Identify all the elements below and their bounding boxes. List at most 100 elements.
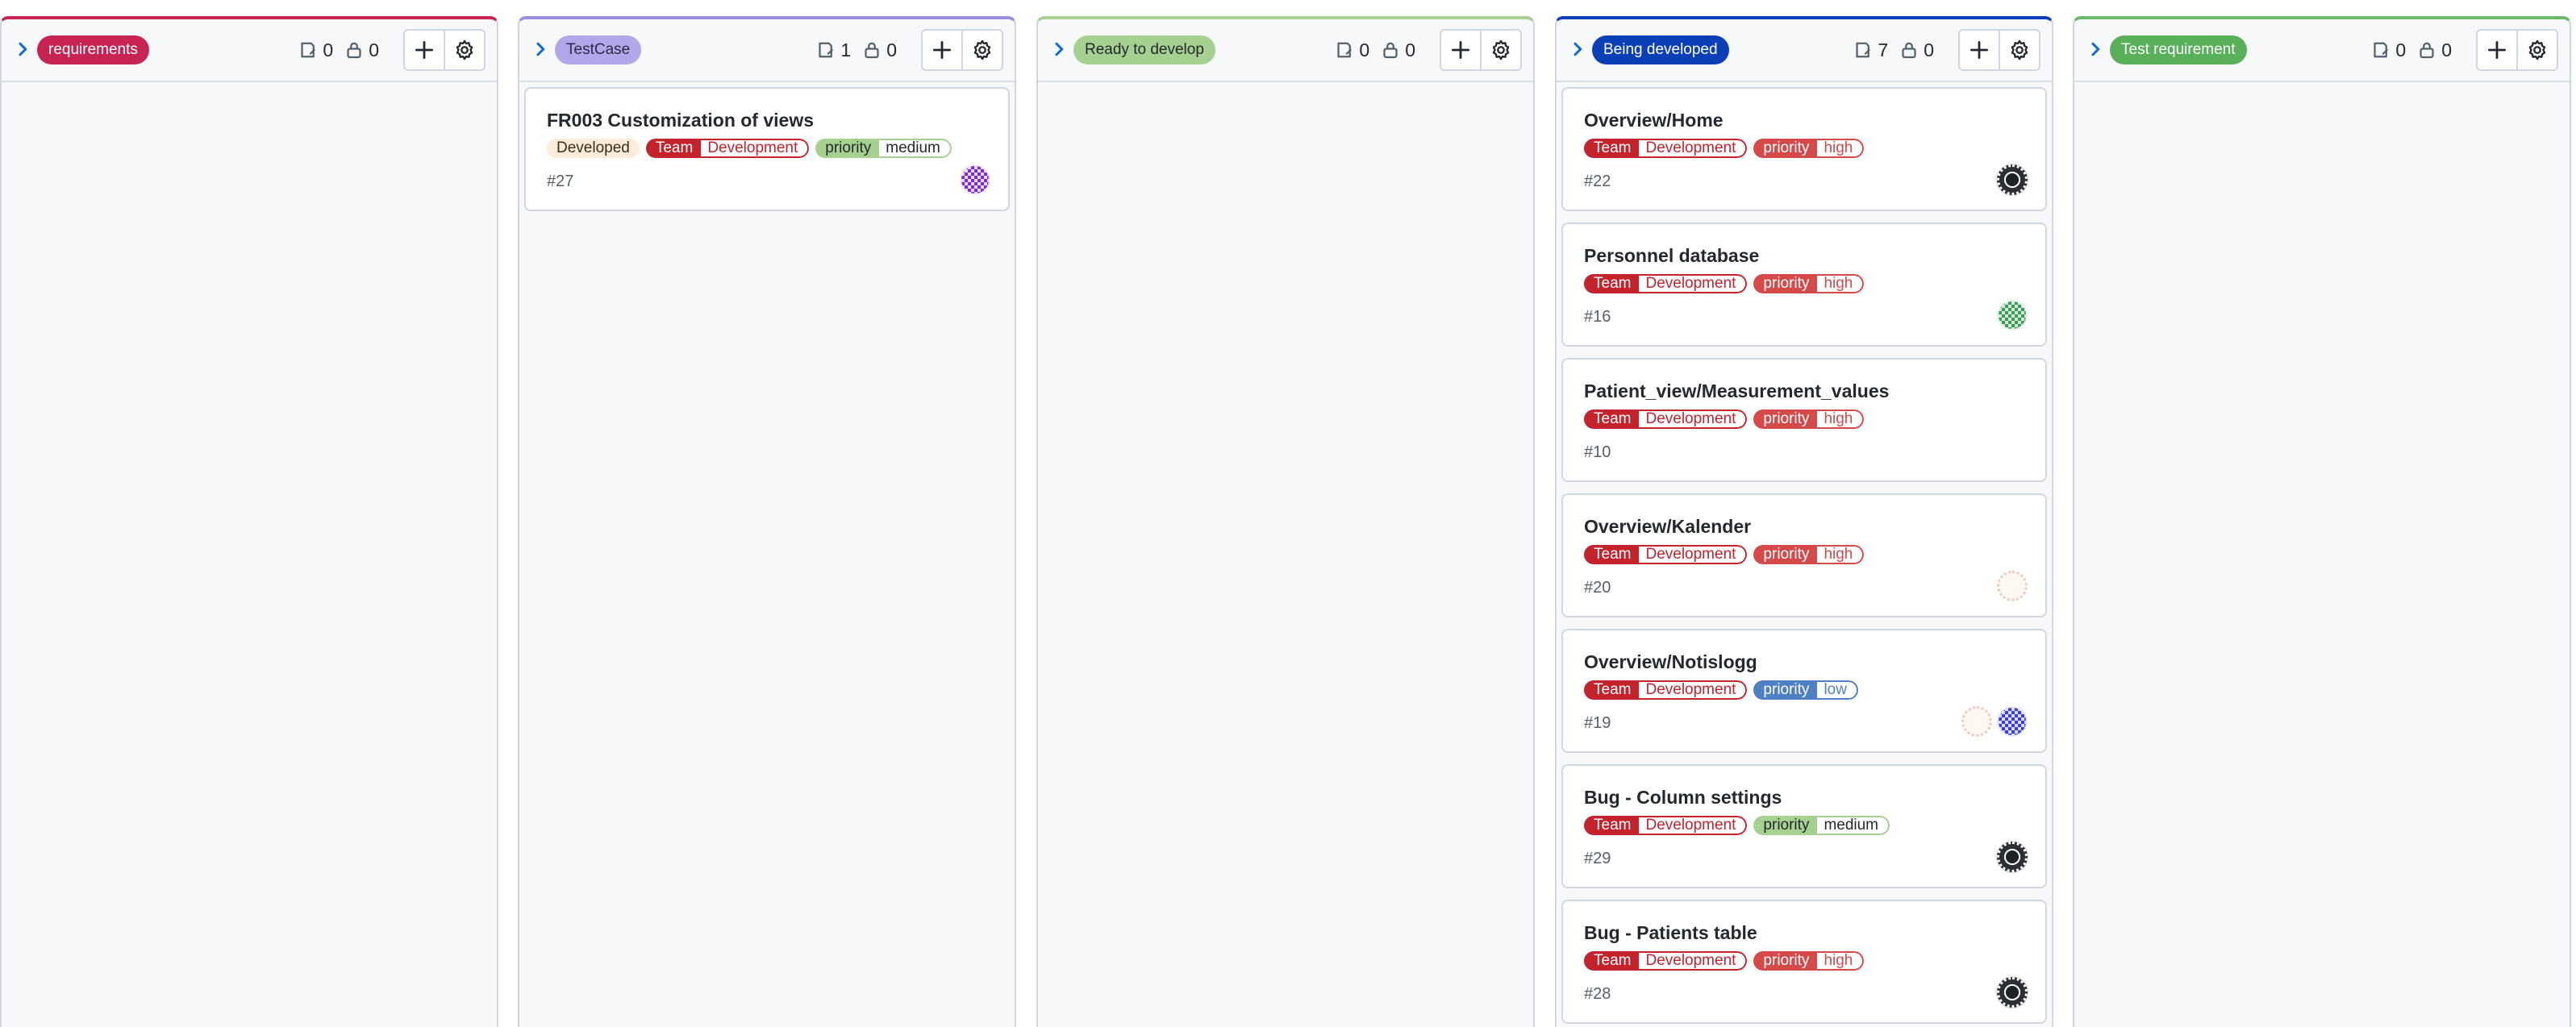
- team-label: Team Development: [1584, 680, 1748, 700]
- priority-label-value: high: [1817, 274, 1865, 293]
- issue-card[interactable]: Bug - Column settings Team Development prio…: [1561, 764, 2047, 888]
- team-label-key: Team: [645, 139, 702, 158]
- team-label-key: Team: [1584, 680, 1640, 700]
- dark-avatar[interactable]: [1997, 164, 2028, 195]
- add-card-button[interactable]: [923, 31, 961, 69]
- priority-label: priority high: [1753, 139, 1865, 158]
- gear-icon: [2526, 39, 2549, 61]
- column-settings-button[interactable]: [444, 31, 484, 69]
- column-settings-button[interactable]: [961, 31, 1002, 69]
- column-counts: 70: [1853, 35, 1934, 64]
- issue-number: #20: [1584, 579, 1611, 597]
- column-label: Ready to develop: [1073, 35, 1215, 64]
- card-title[interactable]: Patient_view/Measurement_values: [1584, 380, 1889, 402]
- issue-number: #29: [1584, 850, 1611, 867]
- plus-icon: [2486, 39, 2508, 61]
- issue-card[interactable]: Bug - Patients table Team Development prior…: [1561, 900, 2047, 1024]
- issue-card[interactable]: Personnel database Team Development priorit…: [1561, 222, 2047, 347]
- add-card-button[interactable]: [405, 31, 444, 69]
- chevron-right-icon[interactable]: [13, 40, 32, 59]
- issue-number: #28: [1584, 985, 1611, 1003]
- team-label-key: Team: [1584, 274, 1640, 293]
- pull-requests-count: 0: [369, 39, 379, 60]
- pale-avatar[interactable]: [1997, 571, 2028, 601]
- team-label: Team Development: [1584, 951, 1748, 971]
- pull-requests-count: 0: [1924, 39, 1934, 60]
- column-header: requirements 0 0: [2, 19, 497, 82]
- issues-count: 7: [1878, 39, 1889, 60]
- priority-label-key: priority: [1753, 410, 1818, 429]
- issue-note-icon: [298, 40, 323, 60]
- chevron-right-icon[interactable]: [2086, 40, 2105, 59]
- team-label-value: Development: [701, 139, 810, 158]
- dark-avatar[interactable]: [1997, 977, 2028, 1008]
- card-labels: Team Development priority high: [1584, 545, 1865, 564]
- blue-avatar[interactable]: [1997, 706, 2028, 737]
- priority-label: priority high: [1753, 545, 1865, 564]
- priority-label-key: priority: [1753, 274, 1818, 293]
- issue-number: #10: [1584, 443, 1611, 461]
- column-counts: 00: [2371, 35, 2452, 64]
- add-card-button[interactable]: [1441, 31, 1480, 69]
- column-counts: 00: [1335, 35, 1415, 64]
- green-avatar[interactable]: [1997, 300, 2028, 331]
- card-title[interactable]: Overview/Notislogg: [1584, 651, 1757, 673]
- column-header: Test requirement 0 0: [2074, 19, 2570, 82]
- pull-requests-count: 0: [1405, 39, 1415, 60]
- status-label: Developed: [547, 139, 640, 158]
- plus-icon: [1968, 39, 1990, 61]
- priority-label: priority high: [1753, 951, 1865, 971]
- column-label: Being developed: [1592, 35, 1729, 64]
- card-labels: Developed Team Development priority medium: [547, 139, 952, 158]
- assignees: [1997, 842, 2028, 872]
- issue-number: #22: [1584, 173, 1611, 190]
- chevron-right-icon[interactable]: [1568, 40, 1587, 59]
- pull-requests-count: 0: [2441, 39, 2452, 60]
- issue-note-icon: [2371, 40, 2395, 60]
- card-title[interactable]: Personnel database: [1584, 245, 1759, 267]
- column-settings-button[interactable]: [2516, 31, 2557, 69]
- plus-icon: [413, 39, 436, 61]
- card-title[interactable]: Overview/Kalender: [1584, 516, 1751, 538]
- column-header: Ready to develop 0 0: [1038, 19, 1533, 82]
- issue-card[interactable]: FR003 Customization of views Developed Tea…: [524, 87, 1010, 211]
- team-label: Team Development: [1584, 816, 1748, 835]
- issue-card[interactable]: Overview/Kalender Team Development priority…: [1561, 493, 2047, 617]
- pale-avatar[interactable]: [1961, 706, 1992, 737]
- team-label: Team Development: [1584, 139, 1748, 158]
- column-actions: [921, 29, 1003, 71]
- person-lock-icon: [2417, 40, 2441, 60]
- board-column: Ready to develop 0 0: [1036, 16, 1535, 1027]
- issue-card[interactable]: Patient_view/Measurement_values Team Devel…: [1561, 358, 2047, 482]
- team-label-key: Team: [1584, 410, 1640, 429]
- card-title[interactable]: Bug - Patients table: [1584, 922, 1757, 944]
- column-settings-button[interactable]: [1999, 31, 2039, 69]
- issue-card[interactable]: Overview/Notislogg Team Development priorit…: [1561, 629, 2047, 753]
- column-settings-button[interactable]: [1480, 31, 1520, 69]
- card-labels: Team Development priority high: [1584, 274, 1865, 293]
- dark-avatar[interactable]: [1997, 842, 2028, 872]
- priority-label-key: priority: [1753, 816, 1818, 835]
- column-header: Being developed 7 0: [1557, 19, 2052, 82]
- purple-avatar[interactable]: [960, 164, 990, 195]
- assignees: [1997, 571, 2028, 601]
- priority-label-value: medium: [879, 139, 952, 158]
- team-label-value: Development: [1639, 816, 1748, 835]
- chevron-right-icon[interactable]: [531, 40, 550, 59]
- pull-requests-count: 0: [886, 39, 897, 60]
- add-card-button[interactable]: [1960, 31, 1999, 69]
- chevron-right-icon[interactable]: [1049, 40, 1069, 59]
- board-column: Test requirement 0 0: [2073, 16, 2571, 1027]
- assignees: [1961, 706, 2028, 737]
- issues-count: 0: [2395, 39, 2407, 60]
- priority-label-key: priority: [1753, 680, 1818, 700]
- card-title[interactable]: Bug - Column settings: [1584, 787, 1782, 809]
- card-title[interactable]: FR003 Customization of views: [547, 110, 814, 131]
- team-label-key: Team: [1584, 951, 1640, 971]
- issue-card[interactable]: Overview/Home Team Development priority high…: [1561, 87, 2047, 211]
- team-label-key: Team: [1584, 139, 1640, 158]
- add-card-button[interactable]: [2478, 31, 2516, 69]
- card-title[interactable]: Overview/Home: [1584, 110, 1724, 131]
- priority-label-key: priority: [815, 139, 880, 158]
- team-label-value: Development: [1639, 274, 1748, 293]
